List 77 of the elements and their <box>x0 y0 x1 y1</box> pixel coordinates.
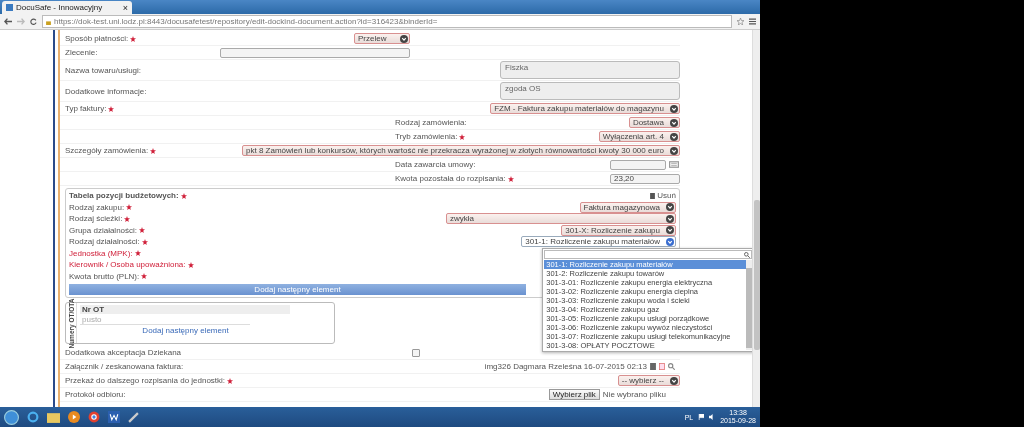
select-field[interactable]: pkt 8 Zamówień lub konkursów, których wartość nie przekracza wyrażonej w złotych równowartości kwoty 30 000 euro <box>242 145 680 156</box>
start-icon[interactable] <box>4 409 19 425</box>
field-label: Kwota pozostała do rozpisania: <box>395 174 506 183</box>
caret-icon <box>670 104 678 113</box>
search-icon <box>744 251 751 258</box>
input-field[interactable]: 23,20 <box>610 173 680 184</box>
add-element-link[interactable]: Dodaj następny element <box>142 326 229 335</box>
caret-icon <box>670 118 678 127</box>
table-title: Tabela pozycji budżetowych: <box>69 191 179 201</box>
text-area[interactable]: zgoda OS <box>500 82 680 100</box>
file-status: Nie wybrano pliku <box>602 390 666 399</box>
field-label: Dodatkowa akceptacja Dziekana <box>65 348 182 357</box>
field-label: Przekaż do dalszego rozpisania do jednostki: <box>65 376 226 385</box>
caret-icon <box>666 226 674 235</box>
select-field[interactable]: FZM - Faktura zakupu materiałów do magazynu <box>490 103 680 114</box>
field-label: Tryb zamówienia: <box>395 132 458 141</box>
field-label: Szczegóły zamówienia: <box>65 146 149 155</box>
field-label: Rodzaj zakupu: <box>69 202 125 212</box>
magnifier-icon[interactable] <box>668 363 675 370</box>
caret-icon <box>666 214 674 223</box>
lock-icon <box>46 18 51 25</box>
field-label: Grupa działalności: <box>69 225 138 235</box>
close-icon[interactable]: × <box>122 2 128 13</box>
field-label: Nazwa towaru/usługi: <box>65 65 142 75</box>
select-field[interactable]: -- wybierz -- <box>617 375 680 386</box>
checkbox[interactable] <box>412 348 420 357</box>
reload-icon[interactable] <box>30 18 37 25</box>
column-header: Nr OT <box>80 305 290 314</box>
star-icon[interactable] <box>737 18 744 25</box>
speaker-icon[interactable] <box>709 414 716 420</box>
trash-icon[interactable] <box>650 192 656 199</box>
input-field[interactable] <box>220 47 410 58</box>
field-label: Dodatkowe informacje: <box>65 86 147 96</box>
field-label: Kwota brutto (PLN): <box>69 271 140 281</box>
field-label: Rodzaj zamówienia: <box>395 118 467 127</box>
page-icon <box>6 4 13 11</box>
play-icon[interactable] <box>68 411 80 423</box>
word-icon[interactable] <box>108 411 120 423</box>
field-label: Załącznik / zeskanowana faktura: <box>65 362 184 371</box>
attachment-info: img326 Dagmara Rzeleśna 16-07-2015 02:13 <box>484 362 647 371</box>
caret-icon <box>666 203 674 212</box>
select-field[interactable]: 301-X: Rozliczenie zakupu <box>561 224 676 236</box>
text-area[interactable]: Fiszka <box>500 61 680 79</box>
flag-icon[interactable] <box>698 414 705 420</box>
select-field[interactable]: Faktura magazynowa <box>579 201 676 213</box>
caret-icon <box>670 146 678 155</box>
caret-icon <box>670 132 678 141</box>
search-field[interactable] <box>544 250 752 260</box>
calendar-icon[interactable] <box>669 161 679 168</box>
field-label: Data zawarcia umowy: <box>395 160 476 169</box>
select-field[interactable]: zwykła <box>446 213 676 225</box>
browser-tab[interactable]: DocuSafe - Innowacyjny × <box>2 1 132 14</box>
address-bar[interactable]: https://dok-test.uni.lodz.pl:8443/docusafetest/repository/edit-dockind-document.action?id=316423&binderId= <box>42 15 732 28</box>
folder-icon[interactable] <box>47 411 60 423</box>
date-field[interactable] <box>610 159 666 170</box>
field-label: Protokół odbioru: <box>65 390 126 399</box>
select-field[interactable]: Wyłączenia art. 4 <box>598 131 680 142</box>
field-label: Kierownik / Osoba upoważniona: <box>69 260 186 270</box>
delete-link[interactable]: Usuń <box>657 191 676 201</box>
select-field[interactable]: Przelew <box>354 33 410 44</box>
caret-icon <box>670 376 678 385</box>
choose-file-button[interactable]: Wybierz plik <box>548 389 600 400</box>
scrollbar[interactable] <box>746 260 752 351</box>
field-label: Typ faktury: <box>65 104 107 113</box>
field-label: Zlecenie: <box>65 48 98 57</box>
back-icon[interactable] <box>4 18 12 25</box>
field-label: Sposób płatności: <box>65 34 129 43</box>
chrome-icon[interactable] <box>88 411 100 423</box>
browser-e-icon[interactable] <box>27 411 39 423</box>
scrollbar[interactable] <box>752 30 760 407</box>
select-field[interactable]: Dostawa <box>628 117 680 128</box>
caret-icon <box>400 34 408 43</box>
menu-icon[interactable] <box>749 18 756 25</box>
field-label: Rodzaj ścieżki: <box>69 214 123 224</box>
pdf-icon[interactable] <box>659 363 665 370</box>
field-label: Rodzaj działalności: <box>69 237 140 247</box>
field-label: Jednostka (MPK): <box>69 248 133 258</box>
